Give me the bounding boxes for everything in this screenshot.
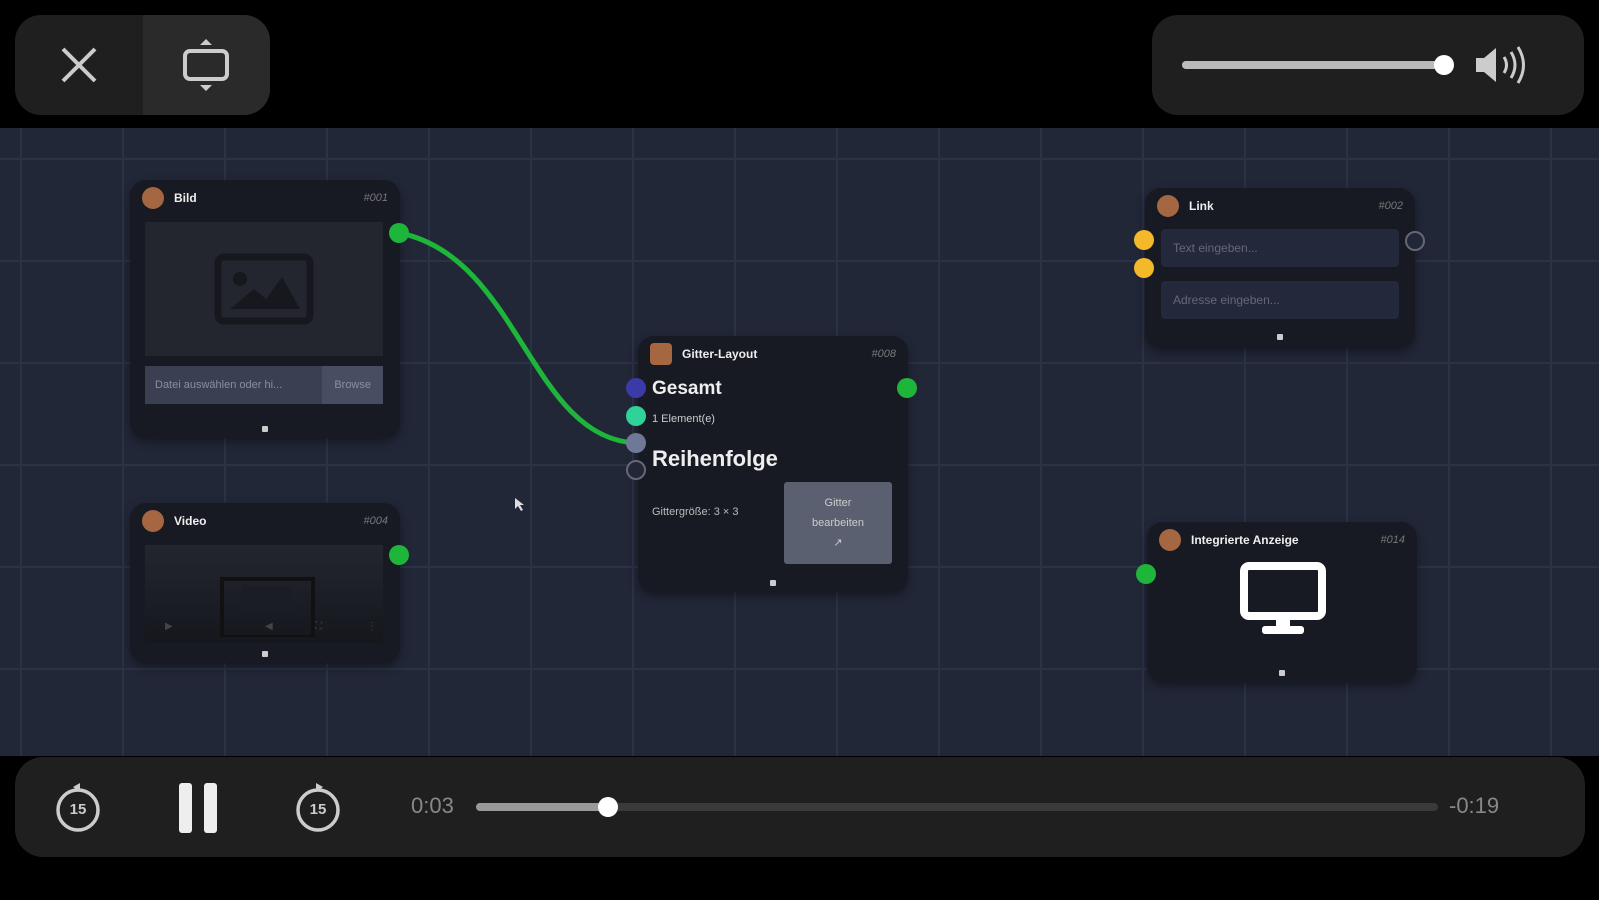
node-avatar (1157, 195, 1179, 217)
image-preview (145, 222, 383, 356)
node-integrated-display[interactable]: Integrierte Anzeige #014 (1136, 522, 1417, 682)
current-time: 0:03 (411, 793, 454, 818)
node-title: Bild (174, 191, 197, 205)
output-port[interactable] (389, 223, 409, 243)
grid-size: Gittergröße: 3 × 3 (652, 506, 739, 518)
skip-back-button[interactable]: 15 (53, 783, 103, 833)
output-port[interactable] (389, 545, 409, 565)
collapse-toggle[interactable] (770, 580, 776, 586)
node-avatar (142, 187, 164, 209)
edit-grid-button[interactable]: Gitter bearbeiten ↗ (784, 482, 892, 564)
play-icon[interactable]: ▶ (165, 621, 173, 632)
collapse-toggle[interactable] (262, 426, 268, 432)
skip-forward-label: 15 (309, 801, 327, 818)
close-button[interactable] (15, 15, 143, 115)
edit-grid-label: Gitter bearbeiten (812, 497, 864, 529)
node-id: #002 (1378, 200, 1403, 212)
node-title: Link (1189, 199, 1214, 213)
pause-icon (179, 783, 217, 833)
element-count: 1 Element(e) (652, 413, 715, 425)
node-title: Gitter-Layout (682, 347, 758, 361)
input-port-empty[interactable] (626, 460, 646, 480)
node-video[interactable]: Video #004 ▶ ◀ ⛶ ⋮ (130, 503, 409, 663)
collapse-toggle[interactable] (1277, 334, 1283, 340)
seek-bar[interactable] (476, 797, 1438, 817)
link-address-input[interactable]: Adresse eingeben... (1161, 281, 1399, 319)
output-port[interactable] (1405, 231, 1425, 251)
input-port-order[interactable] (626, 433, 646, 453)
node-id: #008 (871, 348, 896, 360)
more-icon[interactable]: ⋮ (367, 621, 377, 632)
image-placeholder-icon (214, 253, 314, 325)
volume-thumb[interactable] (1434, 55, 1454, 75)
seek-thumb[interactable] (597, 797, 618, 817)
node-canvas[interactable]: Bild #001 Datei auswählen oder hi... Brow… (0, 128, 1599, 756)
playback-controls: 15 15 0:03 -0:19 (15, 757, 1585, 857)
link-text-placeholder: Text eingeben... (1173, 241, 1258, 255)
close-icon (61, 47, 97, 83)
picture-in-picture-icon (183, 39, 230, 91)
collapse-toggle[interactable] (1279, 670, 1285, 676)
pause-button[interactable] (175, 783, 221, 833)
node-avatar (650, 343, 672, 365)
picture-in-picture-button[interactable] (142, 15, 270, 115)
input-port-address[interactable] (1134, 258, 1154, 278)
mute-icon[interactable]: ◀ (265, 621, 273, 632)
browse-button[interactable]: Browse (322, 366, 383, 404)
volume-slider[interactable] (1182, 55, 1454, 75)
file-input[interactable]: Datei auswählen oder hi... Browse (145, 366, 383, 404)
link-text-input[interactable]: Text eingeben... (1161, 229, 1399, 267)
window-controls (15, 15, 270, 115)
file-input-placeholder: Datei auswählen oder hi... (155, 379, 283, 391)
node-id: #004 (363, 515, 388, 527)
node-grid-layout[interactable]: Gitter-Layout #008 Gesamt 1 Element(e) Re… (626, 336, 917, 592)
fullscreen-icon[interactable]: ⛶ (315, 621, 322, 632)
video-preview: ▶ ◀ ⛶ ⋮ (145, 545, 383, 643)
link-address-placeholder: Adresse eingeben... (1173, 293, 1280, 307)
input-port[interactable] (1136, 564, 1156, 584)
remaining-time: -0:19 (1449, 793, 1500, 818)
total-label: Gesamt (652, 378, 722, 399)
monitor-icon (1240, 562, 1326, 634)
external-link-icon: ↗ (833, 537, 843, 549)
seek-progress (476, 803, 608, 811)
node-id: #001 (363, 192, 388, 204)
node-avatar (142, 510, 164, 532)
order-label: Reihenfolge (652, 446, 778, 471)
node-avatar (1159, 529, 1181, 551)
node-id: #014 (1380, 534, 1405, 546)
output-port[interactable] (897, 378, 917, 398)
collapse-toggle[interactable] (262, 651, 268, 657)
mouse-cursor-icon (515, 498, 524, 511)
speaker-icon[interactable] (1474, 45, 1530, 85)
node-title: Integrierte Anzeige (1191, 533, 1299, 547)
node-title: Video (174, 514, 207, 528)
node-link[interactable]: Link #002 Text eingeben... Adresse eingeb… (1134, 188, 1425, 348)
input-port-total[interactable] (626, 378, 646, 398)
node-bild[interactable]: Bild #001 Datei auswählen oder hi... Brow… (130, 180, 409, 438)
input-port-text[interactable] (1134, 230, 1154, 250)
volume-fill (1182, 61, 1444, 69)
skip-back-label: 15 (69, 801, 87, 818)
skip-forward-button[interactable]: 15 (293, 783, 343, 833)
volume-control (1152, 15, 1584, 115)
input-port-count[interactable] (626, 406, 646, 426)
